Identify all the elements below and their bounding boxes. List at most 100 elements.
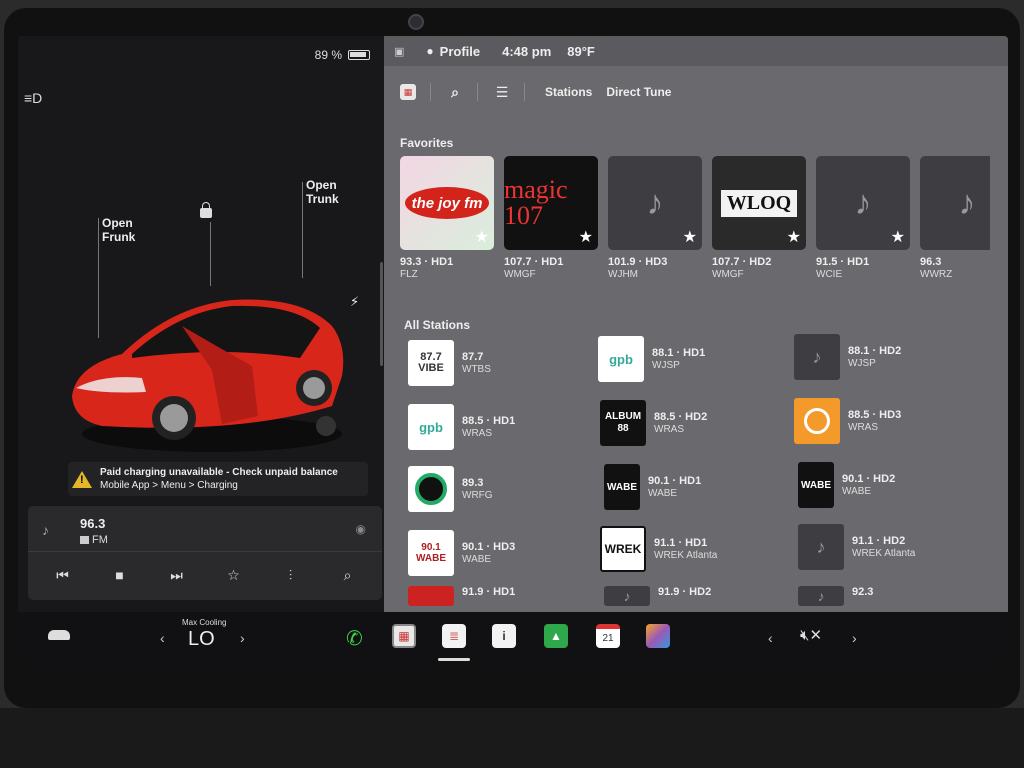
alert-text: Paid charging unavailable - Check unpaid…: [100, 466, 338, 492]
favorite-star-icon[interactable]: ★: [475, 227, 489, 247]
station-logo-text: the joy fm: [405, 187, 489, 219]
station-frequency: 96.3: [920, 256, 942, 268]
favorite-star-icon[interactable]: ★: [579, 227, 593, 247]
stop-icon[interactable]: ■: [108, 567, 132, 583]
station-frequency: 88.1 · HD2: [848, 345, 902, 357]
music-note-icon: ♪: [42, 522, 49, 538]
station-call-sign: WREK Atlanta: [654, 550, 718, 561]
equalizer-icon[interactable]: ⫶: [279, 567, 303, 584]
chevron-left-icon[interactable]: ‹: [160, 630, 165, 646]
toolbar-divider: [524, 83, 525, 101]
favorite-star-icon[interactable]: ★: [891, 227, 905, 247]
station-logo: gpb: [598, 336, 644, 382]
favorite-station[interactable]: the joy fm ★ 93.3 · HD1 FLZ: [400, 156, 494, 280]
favorite-station[interactable]: ♪ ★ 101.9 · HD3 WJHM: [608, 156, 702, 280]
chevron-right-icon[interactable]: ›: [240, 630, 245, 646]
open-frunk-button[interactable]: Open Frunk: [102, 216, 135, 244]
hd-radio-logo-icon: [794, 398, 840, 444]
station-item[interactable]: WABE 90.1 · HD2 WABE: [798, 462, 988, 508]
station-frequency: 88.1 · HD1: [652, 347, 706, 359]
previous-icon[interactable]: ⏮: [51, 567, 75, 584]
station-item[interactable]: 90.1 WABE 90.1 · HD3 WABE: [408, 530, 598, 576]
volume-up-chevron-icon[interactable]: ›: [852, 630, 857, 646]
station-item[interactable]: 91.9 · HD1: [408, 586, 598, 612]
open-trunk-button[interactable]: Open Trunk: [306, 178, 339, 206]
profile-icon[interactable]: ●: [426, 44, 433, 58]
favorite-station[interactable]: magic 107 ★ 107.7 · HD1 WMGF: [504, 156, 598, 280]
station-item[interactable]: gpb 88.1 · HD1 WJSP: [598, 336, 788, 382]
station-item[interactable]: 89.3 WRFG: [408, 466, 598, 512]
car-interior: [0, 708, 1024, 768]
profile-label[interactable]: Profile: [440, 44, 480, 59]
toybox-icon[interactable]: [646, 624, 670, 648]
station-call-sign: WMGF: [504, 269, 536, 280]
hd-radio-icon: ◉: [355, 522, 366, 536]
station-item[interactable]: WREK 91.1 · HD1 WREK Atlanta: [600, 526, 790, 572]
notes-icon[interactable]: ≣: [442, 624, 466, 648]
station-logo: WABE: [604, 464, 640, 510]
bottom-dock: ‹ Max Cooling LO › ✆ ▦ ≣ i ▲ 21 ‹ 🔇︎✕ ›: [18, 612, 1008, 664]
mute-icon[interactable]: 🔇︎✕: [800, 626, 822, 644]
now-playing[interactable]: ♪ 96.3 FM ◉: [28, 506, 382, 552]
station-item[interactable]: gpb 88.5 · HD1 WRAS: [408, 404, 598, 450]
list-icon[interactable]: ☰: [494, 84, 510, 100]
favorite-station[interactable]: ♪ ★ 91.5 · HD1 WCIE: [816, 156, 910, 280]
station-logo-text: magic 107: [504, 175, 568, 230]
favorite-star-icon[interactable]: ☆: [222, 567, 246, 584]
station-frequency: 90.1 · HD3: [462, 541, 516, 553]
station-call-sign: WWRZ: [920, 269, 953, 280]
car-icon[interactable]: [48, 630, 70, 640]
charging-alert[interactable]: ! Paid charging unavailable - Check unpa…: [68, 462, 368, 496]
music-note-icon: ♪: [958, 183, 976, 222]
car-illustration: [72, 299, 344, 452]
energy-graph-icon[interactable]: ▲: [544, 624, 568, 648]
touchscreen: 89 % ≡D Open Frunk Open Trunk ⚡ ! Paid c…: [18, 36, 1008, 664]
station-item[interactable]: ALBUM 88 88.5 · HD2 WRAS: [600, 400, 790, 446]
station-item[interactable]: 87.7 VIBE 87.7 WTBS: [408, 340, 598, 386]
station-call-sign: FLZ: [400, 269, 418, 280]
tab-stations[interactable]: Stations: [545, 85, 592, 99]
station-item[interactable]: ♪ 92.3: [798, 586, 988, 612]
station-frequency: 87.7: [462, 351, 484, 363]
car-panel-scrollbar[interactable]: [380, 262, 383, 366]
search-icon[interactable]: ⌕: [336, 567, 360, 584]
music-note-icon: ♪: [798, 586, 844, 606]
station-item[interactable]: ♪ 91.1 · HD2 WREK Atlanta: [798, 524, 988, 570]
next-icon[interactable]: ⏭: [165, 567, 189, 584]
radio-app-icon[interactable]: ▦: [392, 624, 416, 648]
station-call-sign: WRAS: [462, 428, 492, 439]
radio-app-icon[interactable]: ▦: [400, 84, 416, 100]
favorite-station[interactable]: ♪ 96.3 WWRZ: [920, 156, 990, 280]
music-note-icon: ♪: [604, 586, 650, 606]
favorite-station[interactable]: WLOQ ★ 107.7 · HD2 WMGF: [712, 156, 806, 280]
search-icon[interactable]: ⌕: [447, 84, 463, 100]
volume-down-chevron-icon[interactable]: ‹: [768, 630, 773, 646]
unlock-icon[interactable]: [200, 202, 212, 218]
station-call-sign: WJSP: [848, 358, 876, 369]
station-frequency: 107.7 · HD1: [504, 256, 564, 268]
station-logo: WREK: [600, 526, 646, 572]
station-logo-text: WLOQ: [720, 189, 798, 217]
calendar-icon[interactable]: 21: [596, 624, 620, 648]
station-item[interactable]: 88.5 · HD3 WRAS: [794, 398, 984, 444]
tab-direct-tune[interactable]: Direct Tune: [606, 85, 671, 99]
outside-temperature: 89°F: [567, 43, 595, 59]
favorite-star-icon[interactable]: ★: [683, 227, 697, 247]
station-frequency: 101.9 · HD3: [608, 256, 668, 268]
music-note-icon: ♪: [794, 334, 840, 380]
warning-icon: !: [72, 470, 92, 488]
station-item[interactable]: ♪ 88.1 · HD2 WJSP: [794, 334, 984, 380]
phone-icon[interactable]: ✆: [346, 626, 363, 651]
station-frequency: 88.5 · HD2: [654, 411, 708, 423]
media-controls: ⏮ ■ ⏭ ☆ ⫶ ⌕: [28, 552, 382, 598]
favorite-star-icon[interactable]: ★: [787, 227, 801, 247]
lock-status-icon: ▣: [394, 45, 405, 58]
now-playing-band: FM: [80, 534, 108, 546]
manual-icon[interactable]: i: [492, 624, 516, 648]
climate-temperature[interactable]: LO: [188, 628, 215, 651]
station-item[interactable]: ♪ 91.9 · HD2: [604, 586, 794, 612]
station-item[interactable]: WABE 90.1 · HD1 WABE: [604, 464, 794, 510]
car-panel: 89 % ≡D Open Frunk Open Trunk ⚡ ! Paid c…: [18, 36, 384, 612]
station-frequency: 91.1 · HD2: [852, 535, 906, 547]
headlight-icon[interactable]: ≡D: [24, 90, 42, 106]
